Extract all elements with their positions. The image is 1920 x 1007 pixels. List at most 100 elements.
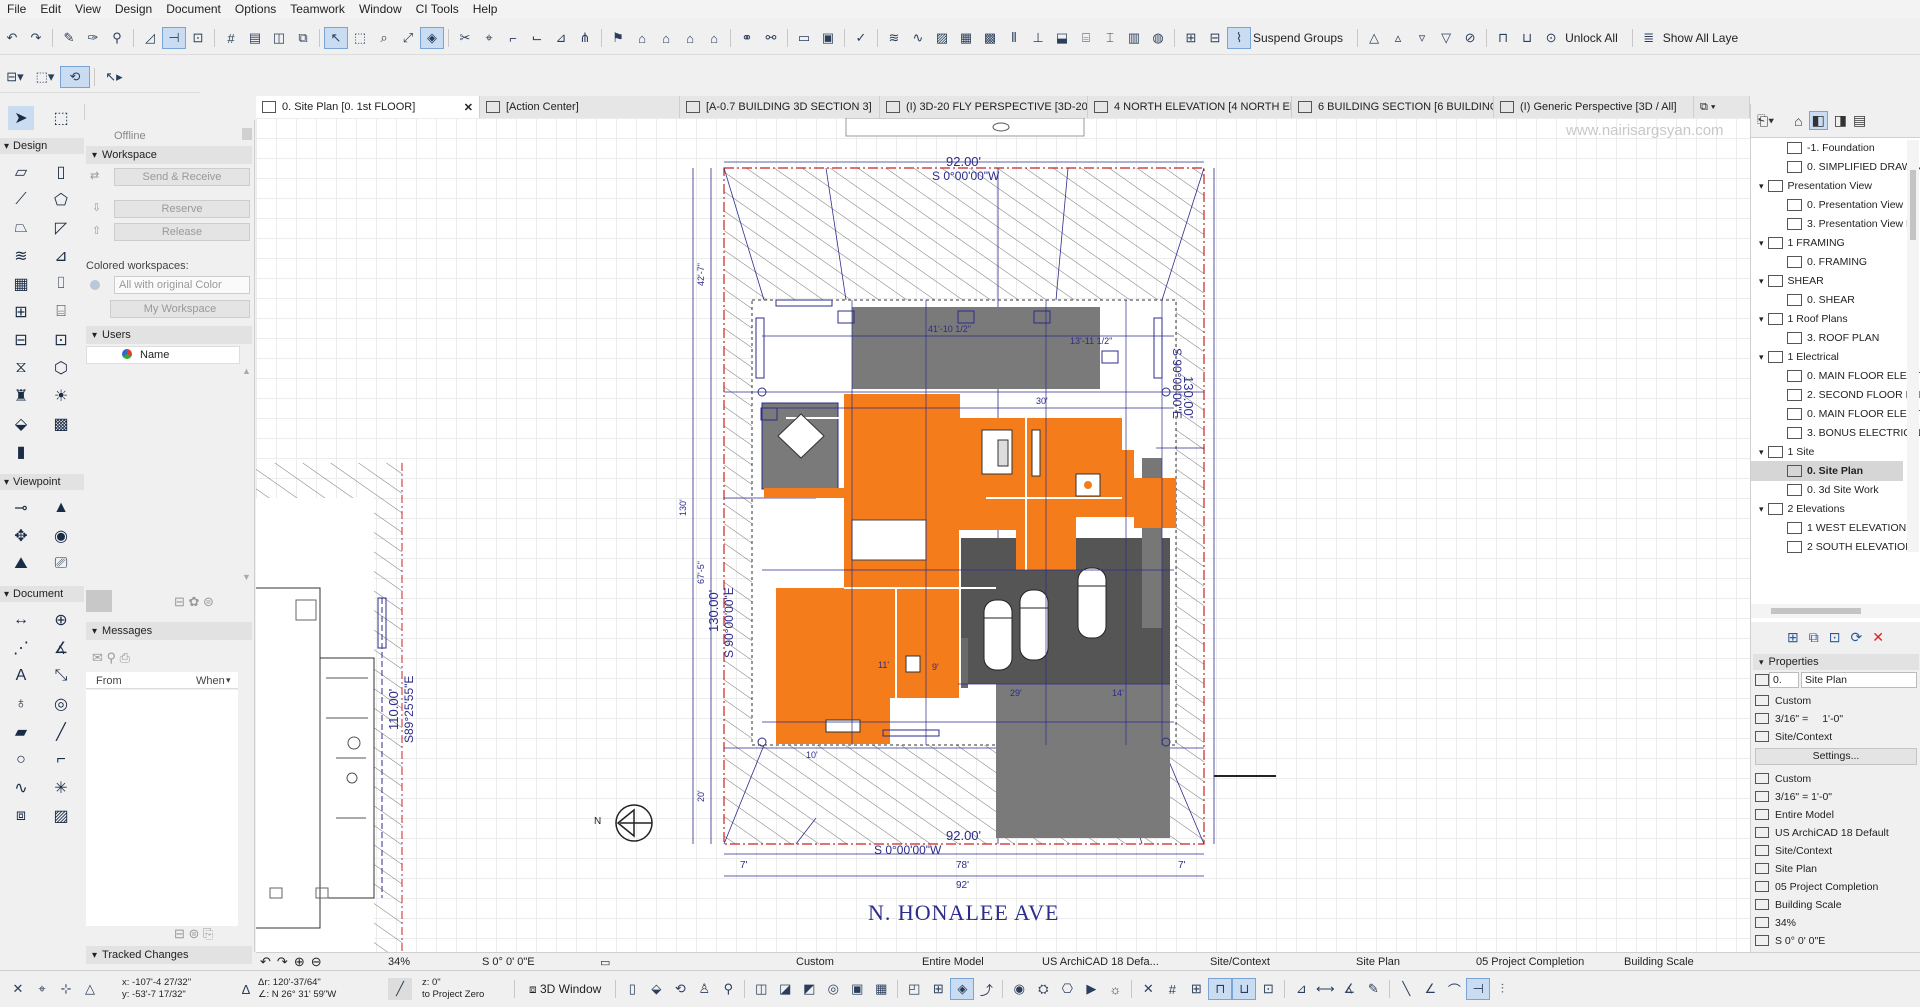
worksheet-tool-icon[interactable]: ◉ bbox=[48, 524, 74, 548]
trace-icon[interactable]: ⧉ bbox=[291, 27, 315, 49]
zoom-in-icon[interactable]: ⊕ bbox=[294, 954, 305, 970]
tab-site-plan[interactable]: 0. Site Plan [0. 1st FLOOR] ✕ bbox=[256, 96, 480, 118]
skylight-tool-icon[interactable]: ⧖ bbox=[8, 356, 34, 380]
level-dimension-icon[interactable]: ⊕ bbox=[48, 608, 74, 632]
chair-tool-icon[interactable]: ♜ bbox=[8, 384, 34, 408]
send-receive-button[interactable]: Send & Receive bbox=[114, 168, 250, 186]
angle-line-icon[interactable]: ∠ bbox=[1418, 978, 1442, 1000]
nav-item[interactable]: 3. Presentation View B bbox=[1787, 214, 1913, 234]
project-map-icon[interactable]: ⌂ bbox=[1794, 113, 1802, 129]
menu-document[interactable]: Document bbox=[159, 2, 228, 16]
magnet-icon[interactable]: ⊓ bbox=[1208, 978, 1233, 1000]
coord-reference[interactable]: to Project Zero bbox=[422, 989, 510, 1001]
menu-ci-tools[interactable]: CI Tools bbox=[409, 2, 466, 16]
users-header[interactable]: Users bbox=[86, 326, 252, 344]
redo-zoom-icon[interactable]: ↷ bbox=[277, 954, 288, 970]
hatch-icon[interactable]: ▨ bbox=[930, 27, 954, 49]
menu-file[interactable]: File bbox=[0, 2, 33, 16]
nav-item[interactable]: 2. SECOND FLOOR ELI bbox=[1787, 385, 1920, 405]
detail-tool-icon[interactable]: ⛰ bbox=[8, 552, 34, 576]
radial-dimension-icon[interactable]: ⋰ bbox=[8, 636, 34, 660]
cursor-icon[interactable]: ⊹ bbox=[54, 978, 78, 1000]
grid-icon[interactable]: # bbox=[1160, 978, 1184, 1000]
shell-tool-icon[interactable]: ◸ bbox=[48, 216, 74, 240]
tab-action-center[interactable]: [Action Center] bbox=[480, 96, 680, 118]
lamp-icon[interactable]: ⌶ bbox=[1098, 27, 1122, 49]
offset-icon[interactable]: ⫶ bbox=[1490, 978, 1514, 1000]
gravity-dropdown-icon[interactable]: ⊟▾ bbox=[0, 66, 30, 88]
scroll-down-icon[interactable]: ▼ bbox=[242, 572, 251, 582]
show-all-layers-icon[interactable]: ≣ bbox=[1637, 27, 1661, 49]
chevron-down-icon[interactable]: ▾ bbox=[1759, 276, 1764, 287]
magnet-alt-icon[interactable]: ⊔ bbox=[1232, 978, 1257, 1000]
prop-context[interactable]: Site/Context bbox=[1755, 728, 1917, 745]
nav-item[interactable]: 0. MAIN FLOOR ELECT bbox=[1787, 366, 1920, 386]
railing-tool-icon[interactable]: ⌸ bbox=[48, 300, 74, 324]
grid-tool-icon[interactable]: ▩ bbox=[48, 412, 74, 436]
change-tool-icon[interactable]: ◎ bbox=[48, 692, 74, 716]
contour-icon[interactable]: ◎ bbox=[821, 978, 845, 1000]
guideline-icon[interactable]: ╱ bbox=[388, 978, 412, 1000]
view-name-field[interactable]: Site Plan bbox=[1801, 672, 1917, 688]
refresh-icon[interactable]: ⟳ bbox=[1850, 629, 1862, 646]
nav-item[interactable]: 0. FRAMING bbox=[1787, 252, 1867, 272]
suspend-groups-button[interactable]: Suspend Groups bbox=[1253, 31, 1343, 45]
nav-item[interactable]: 1 WEST ELEVATION bbox=[1787, 518, 1906, 538]
nav-folder[interactable]: ▾ Presentation View bbox=[1759, 176, 1872, 196]
zone-tool-icon[interactable]: ⊡ bbox=[48, 328, 74, 352]
fly-icon[interactable]: ⤴ bbox=[974, 978, 998, 1000]
fill-icon[interactable]: ▦ bbox=[954, 27, 978, 49]
hotspot-tool-icon[interactable]: ✳ bbox=[48, 776, 74, 800]
filter-icon[interactable]: ⊞ bbox=[926, 978, 950, 1000]
prop-row[interactable]: Site/Context bbox=[1755, 842, 1917, 859]
lamp-tool-icon[interactable]: ☀ bbox=[48, 384, 74, 408]
properties-header[interactable]: ▾ Properties bbox=[1753, 654, 1919, 670]
site-plan-canvas[interactable]: www.nairisargsyan.com N. HONALEE AVE N 9… bbox=[256, 118, 1750, 953]
reserve-button[interactable]: Reserve bbox=[114, 200, 250, 218]
object-tool-icon[interactable]: ⊟ bbox=[8, 328, 34, 352]
elevation-tool-icon[interactable]: ▲ bbox=[48, 496, 74, 520]
nav-folder[interactable]: ▾ 1 Roof Plans bbox=[1759, 309, 1848, 329]
nav-item[interactable]: 3. BONUS ELECTRICAL bbox=[1787, 423, 1920, 443]
nav-item[interactable]: 0. SIMPLIFIED DRAWIN bbox=[1787, 157, 1920, 177]
marquee-dropdown-icon[interactable]: ⬚▾ bbox=[30, 66, 60, 88]
message-actions-icons[interactable]: ⊟ ⊜ ⎘ bbox=[174, 926, 213, 942]
undo-zoom-icon[interactable]: ↶ bbox=[260, 954, 271, 970]
horizontal-scrollbar[interactable] bbox=[1751, 604, 1920, 618]
sort-chevron-icon[interactable]: ▾ bbox=[226, 675, 231, 686]
menu-teamwork[interactable]: Teamwork bbox=[283, 2, 352, 16]
view-3d-icon[interactable]: ◈ bbox=[420, 27, 444, 49]
delta-icon[interactable]: △ bbox=[78, 978, 102, 1000]
perspective-icon[interactable]: ◈ bbox=[950, 978, 975, 1000]
prop-row[interactable]: 3/16" = 1'-0" bbox=[1755, 788, 1917, 805]
object-icon[interactable]: ⬓ bbox=[1050, 27, 1074, 49]
close-icon[interactable]: ✕ bbox=[464, 101, 473, 114]
gravity-icon[interactable]: ▤ bbox=[243, 27, 267, 49]
new-folder-icon[interactable]: ⊞ bbox=[1787, 629, 1799, 646]
lock-icon[interactable]: ⊡ bbox=[1256, 978, 1280, 1000]
scissors-icon[interactable]: ✂ bbox=[453, 27, 477, 49]
roof-tool-icon[interactable]: ⏢ bbox=[8, 216, 34, 240]
tab-north-elevation[interactable]: 4 NORTH ELEVATION [4 NORTH EL... bbox=[1088, 96, 1292, 118]
bring-front-icon[interactable]: △ bbox=[1362, 27, 1386, 49]
camera-icon[interactable]: ◉ bbox=[1007, 978, 1031, 1000]
prop-row[interactable]: S 0° 0' 0"E bbox=[1755, 932, 1917, 949]
prop-row[interactable]: Building Scale bbox=[1755, 896, 1917, 913]
story-icon[interactable]: ⌂ bbox=[630, 27, 654, 49]
camera-tool-icon[interactable]: ⎚ bbox=[48, 552, 74, 576]
book-tool-icon[interactable]: ▮ bbox=[8, 440, 34, 464]
person-icon[interactable]: ♙ bbox=[692, 978, 716, 1000]
message-icons[interactable]: ⊟ ✿ ⊜ bbox=[174, 594, 214, 610]
layout-book-icon[interactable]: ◨ bbox=[1834, 112, 1847, 129]
merge-icon[interactable]: ⚯ bbox=[759, 27, 783, 49]
chevron-down-icon[interactable]: ▾ bbox=[1759, 447, 1764, 458]
line-icon[interactable]: ╲ bbox=[1394, 978, 1418, 1000]
tab-list-menu[interactable]: ⧉ ▾ bbox=[1694, 96, 1750, 118]
marquee-tool-icon[interactable]: ⬚ bbox=[48, 106, 74, 130]
tab-list-icon[interactable]: ⧉ ▾ bbox=[1700, 101, 1716, 114]
align-icon[interactable]: ⊞ bbox=[1179, 27, 1203, 49]
corner-icon[interactable]: ⌙ bbox=[525, 27, 549, 49]
layers-stack-icon[interactable]: ≋ bbox=[882, 27, 906, 49]
layer-icon[interactable]: ◫ bbox=[267, 27, 291, 49]
sun-icon[interactable]: ☼ bbox=[1103, 978, 1127, 1000]
